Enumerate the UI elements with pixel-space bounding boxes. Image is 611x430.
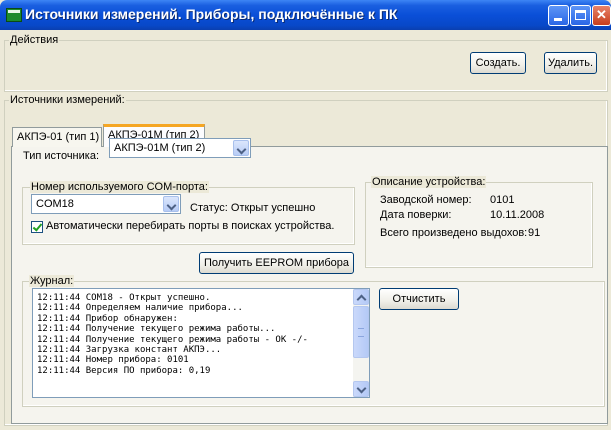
- clear-journal-button[interactable]: Отчистить: [379, 288, 459, 310]
- log-line: 12:11:44 Номер прибора: 0101: [37, 355, 189, 366]
- com-port-status: Статус: Открыт успешно: [190, 202, 316, 214]
- delete-button[interactable]: Удалить.: [544, 52, 597, 74]
- com-port-legend: Номер используемого COM-порта:: [30, 181, 209, 193]
- create-button[interactable]: Создать.: [470, 52, 526, 74]
- source-type-select[interactable]: АКПЭ-01М (тип 2): [109, 138, 251, 158]
- log-line: 12:11:44 Загрузка констант АКПЭ...: [37, 345, 222, 356]
- sources-legend: Источники измерений:: [9, 94, 126, 106]
- app-icon: [6, 8, 22, 22]
- maximize-icon: [571, 6, 590, 25]
- source-type-value: АКПЭ-01М (тип 2): [114, 142, 206, 154]
- log-line: 12:11:44 COM18 - Открыт успешно.: [37, 293, 211, 303]
- journal-lines: 12:11:44 COM18 - Открыт успешно. 12:11:4…: [37, 293, 347, 376]
- scroll-thumb[interactable]: [353, 306, 369, 358]
- log-line: 12:11:44 Получение текущего режима работ…: [37, 334, 308, 345]
- chevron-down-icon[interactable]: [163, 196, 179, 212]
- log-line: 12:11:44 Версия ПО прибора: 0,19: [37, 365, 211, 376]
- journal-legend: Журнал:: [29, 275, 75, 287]
- minimize-icon: [549, 6, 568, 25]
- com-port-select[interactable]: COM18: [31, 194, 181, 214]
- close-button[interactable]: ✕: [592, 5, 611, 26]
- get-eeprom-button[interactable]: Получить EEPROM прибора: [199, 252, 354, 274]
- com-port-value: COM18: [36, 198, 74, 210]
- window-title: Источники измерений. Приборы, подключённ…: [25, 6, 398, 22]
- journal-scrollbar[interactable]: [353, 289, 369, 397]
- exhales-label: Всего произведено выдохов:: [380, 227, 528, 239]
- source-type-label: Тип источника:: [23, 150, 100, 162]
- main-window: Источники измерений. Приборы, подключённ…: [0, 0, 611, 430]
- minimize-button[interactable]: [548, 5, 569, 26]
- log-line: 12:11:44 Получение текущего режима работ…: [37, 324, 276, 335]
- auto-scan-checkbox[interactable]: [31, 221, 43, 233]
- device-legend: Описание устройства:: [371, 176, 487, 188]
- serial-value: 0101: [490, 194, 515, 206]
- scroll-up-icon[interactable]: [353, 289, 369, 305]
- maximize-button[interactable]: [570, 5, 591, 26]
- actions-legend: Действия: [9, 34, 60, 46]
- log-line: 12:11:44 Определяем наличие прибора...: [37, 303, 243, 314]
- title-bar[interactable]: Источники измерений. Приборы, подключённ…: [0, 0, 611, 30]
- journal-log[interactable]: 12:11:44 COM18 - Открыт успешно. 12:11:4…: [32, 288, 370, 398]
- exhales-value: 91: [528, 227, 541, 239]
- verify-date-value: 10.11.2008: [490, 209, 545, 221]
- close-icon: ✕: [596, 7, 607, 22]
- verify-date-label: Дата поверки:: [380, 209, 452, 221]
- tab-akpe-01-type1[interactable]: АКПЭ-01 (тип 1): [12, 127, 102, 147]
- log-line: 12:11:44 Прибор обнаружен:: [37, 313, 178, 324]
- serial-label: Заводской номер:: [380, 194, 472, 206]
- auto-scan-label[interactable]: Автоматически перебирать порты в поисках…: [46, 220, 334, 232]
- chevron-down-icon[interactable]: [233, 140, 249, 156]
- scroll-down-icon[interactable]: [353, 381, 369, 397]
